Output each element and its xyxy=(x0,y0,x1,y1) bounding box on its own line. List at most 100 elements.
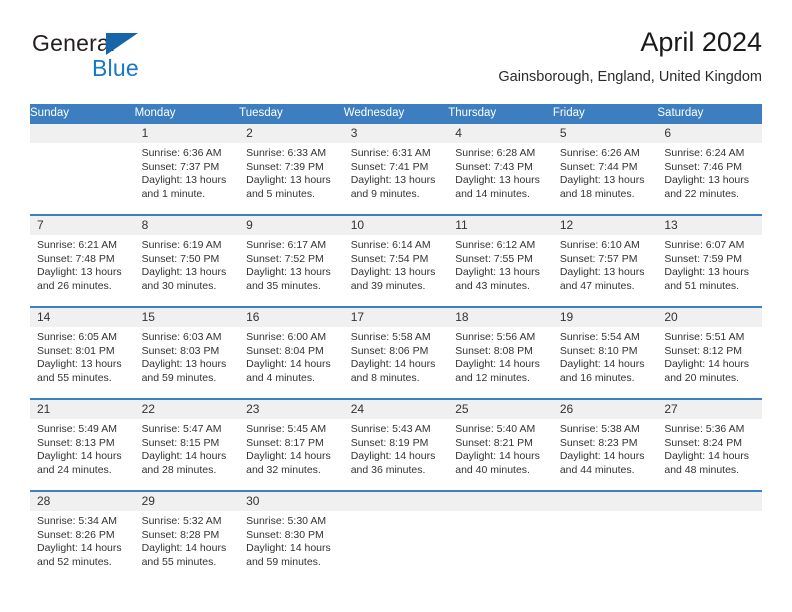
day-number: 26 xyxy=(552,401,658,419)
calendar-day-cell[interactable]: 26 Sunrise: 5:38 AM Sunset: 8:23 PM Dayligh… xyxy=(552,398,658,491)
calendar-cell-inner xyxy=(552,493,658,580)
calendar-cell-inner: 7 Sunrise: 6:21 AM Sunset: 7:48 PM Daylight… xyxy=(30,217,135,304)
calendar-body: 1 Sunrise: 6:36 AM Sunset: 7:37 PM Daylight… xyxy=(30,122,762,582)
calendar-day-cell[interactable]: 8 Sunrise: 6:19 AM Sunset: 7:50 PM Daylight… xyxy=(134,214,240,307)
calendar-day-cell[interactable]: 6 Sunrise: 6:24 AM Sunset: 7:46 PM Daylight… xyxy=(657,122,762,215)
calendar-day-cell[interactable]: 22 Sunrise: 5:47 AM Sunset: 8:15 PM Dayligh… xyxy=(134,398,240,491)
calendar-day-cell[interactable]: 23 Sunrise: 5:45 AM Sunset: 8:17 PM Dayligh… xyxy=(239,398,344,491)
daylight-duration-line1: Daylight: 14 hours xyxy=(455,358,540,371)
calendar-cell-inner: 6 Sunrise: 6:24 AM Sunset: 7:46 PM Daylight… xyxy=(657,125,762,212)
calendar-header-row: Sunday Monday Tuesday Wednesday Thursday… xyxy=(30,104,762,123)
sunset-time: Sunset: 8:28 PM xyxy=(141,528,220,541)
sun-info: Sunrise: 6:17 AM Sunset: 7:52 PM Daylight:… xyxy=(239,235,344,293)
calendar-day-cell[interactable]: 25 Sunrise: 5:40 AM Sunset: 8:21 PM Dayligh… xyxy=(448,398,553,491)
calendar-week-row: 7 Sunrise: 6:21 AM Sunset: 7:48 PM Daylight… xyxy=(30,214,762,307)
day-number: 18 xyxy=(448,309,553,327)
calendar-page: General Blue April 2024 Gainsborough, En… xyxy=(0,0,792,612)
daylight-duration-line2: and 9 minutes. xyxy=(350,187,420,200)
calendar-cell-inner: 2 Sunrise: 6:33 AM Sunset: 7:39 PM Daylight… xyxy=(239,125,344,212)
calendar-day-cell[interactable]: 20 Sunrise: 5:51 AM Sunset: 8:12 PM Dayligh… xyxy=(657,306,762,399)
calendar-cell-inner: 1 Sunrise: 6:36 AM Sunset: 7:37 PM Daylight… xyxy=(134,125,240,212)
title-block: April 2024 Gainsborough, England, United… xyxy=(498,26,762,86)
sunrise-time: Sunrise: 6:36 AM xyxy=(141,147,222,159)
calendar-day-cell[interactable]: 29 Sunrise: 5:32 AM Sunset: 8:28 PM Dayligh… xyxy=(134,490,240,582)
calendar-cell-inner: 17 Sunrise: 5:58 AM Sunset: 8:06 PM Dayligh… xyxy=(343,309,449,396)
day-number: 9 xyxy=(239,217,344,235)
sunset-time: Sunset: 7:52 PM xyxy=(246,252,324,265)
calendar-day-cell[interactable]: 21 Sunrise: 5:49 AM Sunset: 8:13 PM Dayligh… xyxy=(30,398,135,491)
calendar-day-cell[interactable]: 24 Sunrise: 5:43 AM Sunset: 8:19 PM Dayligh… xyxy=(343,398,449,491)
calendar-cell-empty xyxy=(657,490,762,582)
calendar-day-cell[interactable]: 9 Sunrise: 6:17 AM Sunset: 7:52 PM Daylight… xyxy=(239,214,344,307)
calendar-day-cell[interactable]: 19 Sunrise: 5:54 AM Sunset: 8:10 PM Dayligh… xyxy=(552,306,658,399)
calendar-day-cell[interactable]: 17 Sunrise: 5:58 AM Sunset: 8:06 PM Dayligh… xyxy=(343,306,449,399)
sunset-time: Sunset: 8:23 PM xyxy=(559,436,638,449)
sun-info: Sunrise: 5:34 AM Sunset: 8:26 PM Daylight:… xyxy=(30,511,135,569)
daylight-duration-line2: and 59 minutes. xyxy=(246,555,321,568)
calendar-day-cell[interactable]: 4 Sunrise: 6:28 AM Sunset: 7:43 PM Daylight… xyxy=(448,122,553,215)
sunrise-time: Sunrise: 6:31 AM xyxy=(350,147,431,159)
daylight-duration-line2: and 24 minutes. xyxy=(37,463,112,476)
sun-info: Sunrise: 5:45 AM Sunset: 8:17 PM Daylight:… xyxy=(239,419,344,477)
sun-info: Sunrise: 6:28 AM Sunset: 7:43 PM Daylight:… xyxy=(448,143,553,201)
calendar-day-cell[interactable]: 27 Sunrise: 5:36 AM Sunset: 8:24 PM Dayligh… xyxy=(657,398,762,491)
sunrise-time: Sunrise: 6:26 AM xyxy=(559,147,640,159)
calendar-day-cell[interactable]: 7 Sunrise: 6:21 AM Sunset: 7:48 PM Daylight… xyxy=(30,214,135,307)
calendar-cell-empty xyxy=(30,122,135,215)
day-number: 25 xyxy=(448,401,553,419)
calendar-day-cell[interactable]: 30 Sunrise: 5:30 AM Sunset: 8:30 PM Dayligh… xyxy=(239,490,344,582)
day-number: 12 xyxy=(552,217,658,235)
daylight-duration-line1: Daylight: 13 hours xyxy=(246,174,331,187)
daylight-duration-line2: and 43 minutes. xyxy=(455,279,530,292)
daylight-duration-line1: Daylight: 13 hours xyxy=(141,266,227,279)
daylight-duration-line2: and 44 minutes. xyxy=(559,463,635,476)
sunrise-time: Sunrise: 6:07 AM xyxy=(664,239,745,251)
calendar-day-cell[interactable]: 14 Sunrise: 6:05 AM Sunset: 8:01 PM Dayligh… xyxy=(30,306,135,399)
calendar-day-cell[interactable]: 28 Sunrise: 5:34 AM Sunset: 8:26 PM Dayligh… xyxy=(30,490,135,582)
day-number: 7 xyxy=(30,217,135,235)
sunset-time: Sunset: 8:15 PM xyxy=(141,436,220,449)
sunrise-time: Sunrise: 5:32 AM xyxy=(141,515,222,527)
sunrise-time: Sunrise: 5:30 AM xyxy=(246,515,327,527)
calendar-cell-inner: 8 Sunrise: 6:19 AM Sunset: 7:50 PM Daylight… xyxy=(134,217,240,304)
calendar-day-cell[interactable]: 1 Sunrise: 6:36 AM Sunset: 7:37 PM Daylight… xyxy=(134,122,240,215)
sunset-time: Sunset: 8:26 PM xyxy=(37,528,115,541)
calendar-day-cell[interactable]: 18 Sunrise: 5:56 AM Sunset: 8:08 PM Dayligh… xyxy=(448,306,553,399)
sun-info: Sunrise: 6:33 AM Sunset: 7:39 PM Daylight:… xyxy=(239,143,344,201)
calendar-cell-inner xyxy=(448,493,553,580)
calendar-day-cell[interactable]: 15 Sunrise: 6:03 AM Sunset: 8:03 PM Dayligh… xyxy=(134,306,240,399)
calendar-day-cell[interactable]: 13 Sunrise: 6:07 AM Sunset: 7:59 PM Dayligh… xyxy=(657,214,762,307)
sunset-time: Sunset: 8:04 PM xyxy=(246,344,324,357)
calendar-day-cell[interactable]: 10 Sunrise: 6:14 AM Sunset: 7:54 PM Dayligh… xyxy=(343,214,449,307)
daylight-duration-line2: and 30 minutes. xyxy=(141,279,217,292)
sunset-time: Sunset: 8:13 PM xyxy=(37,436,115,449)
sun-info: Sunrise: 5:40 AM Sunset: 8:21 PM Daylight:… xyxy=(448,419,553,477)
daylight-duration-line1: Daylight: 14 hours xyxy=(246,358,331,371)
calendar-day-cell[interactable]: 11 Sunrise: 6:12 AM Sunset: 7:55 PM Dayligh… xyxy=(448,214,553,307)
sun-info: Sunrise: 6:36 AM Sunset: 7:37 PM Daylight:… xyxy=(135,143,240,201)
sun-info: Sunrise: 5:47 AM Sunset: 8:15 PM Daylight:… xyxy=(135,419,240,477)
calendar-day-cell[interactable]: 3 Sunrise: 6:31 AM Sunset: 7:41 PM Daylight… xyxy=(343,122,449,215)
daylight-duration-line1: Daylight: 14 hours xyxy=(664,450,750,463)
calendar-day-cell[interactable]: 2 Sunrise: 6:33 AM Sunset: 7:39 PM Daylight… xyxy=(239,122,344,215)
daylight-duration-line2: and 40 minutes. xyxy=(455,463,530,476)
weekday-header-sunday: Sunday xyxy=(30,104,135,123)
day-number: 22 xyxy=(134,401,240,419)
daylight-duration-line1: Daylight: 13 hours xyxy=(664,266,750,279)
sun-info: Sunrise: 6:05 AM Sunset: 8:01 PM Daylight:… xyxy=(30,327,135,385)
calendar-day-cell[interactable]: 12 Sunrise: 6:10 AM Sunset: 7:57 PM Dayligh… xyxy=(552,214,658,307)
calendar-day-cell[interactable]: 16 Sunrise: 6:00 AM Sunset: 8:04 PM Dayligh… xyxy=(239,306,344,399)
general-blue-logo[interactable]: General Blue xyxy=(30,30,210,86)
sun-info: Sunrise: 5:56 AM Sunset: 8:08 PM Daylight:… xyxy=(448,327,553,385)
daylight-duration-line1: Daylight: 13 hours xyxy=(141,358,227,371)
calendar-week-row: 14 Sunrise: 6:05 AM Sunset: 8:01 PM Dayligh… xyxy=(30,306,762,399)
calendar-cell-inner: 18 Sunrise: 5:56 AM Sunset: 8:08 PM Dayligh… xyxy=(448,309,553,396)
sun-info: Sunrise: 6:24 AM Sunset: 7:46 PM Daylight:… xyxy=(657,143,762,201)
calendar-day-cell[interactable]: 5 Sunrise: 6:26 AM Sunset: 7:44 PM Daylight… xyxy=(552,122,658,215)
daylight-duration-line1: Daylight: 14 hours xyxy=(246,542,331,555)
day-number: 11 xyxy=(448,217,553,235)
daylight-duration-line1: Daylight: 14 hours xyxy=(455,450,540,463)
sunrise-time: Sunrise: 6:19 AM xyxy=(141,239,222,251)
sunset-time: Sunset: 7:55 PM xyxy=(455,252,533,265)
day-number: 19 xyxy=(552,309,658,327)
